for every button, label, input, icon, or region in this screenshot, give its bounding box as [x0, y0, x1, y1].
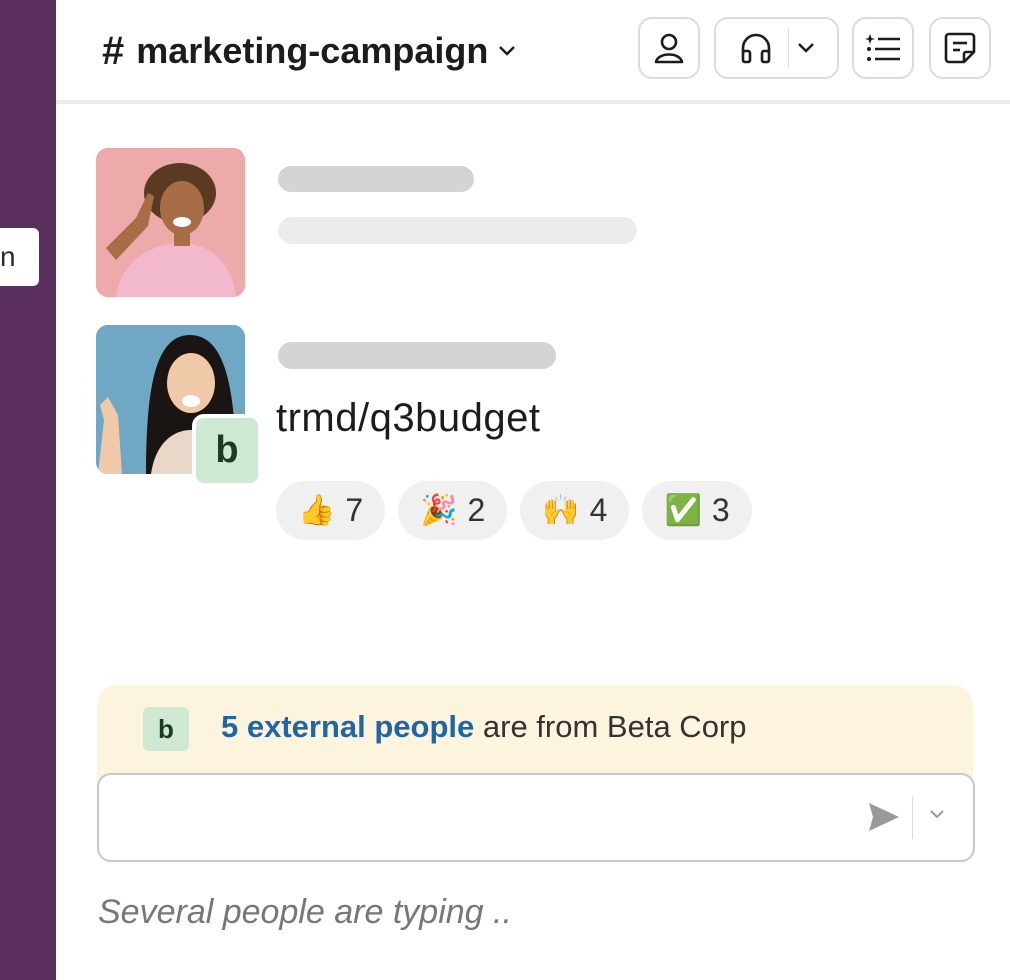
- reactions-bar: 👍 7 🎉 2 🙌 4 ✅ 3: [276, 481, 752, 540]
- text-skeleton: [278, 217, 637, 244]
- chevron-down-icon[interactable]: [797, 42, 815, 54]
- external-people-link[interactable]: 5 external people: [221, 709, 474, 744]
- reaction-raised-hands[interactable]: 🙌 4: [520, 481, 630, 540]
- channel-title[interactable]: # marketing-campaign: [102, 26, 516, 76]
- members-button[interactable]: [638, 17, 700, 79]
- hash-icon: #: [102, 28, 125, 73]
- banner-suffix: are from Beta Corp: [474, 709, 747, 744]
- message-composer[interactable]: [97, 773, 975, 862]
- banner-text: 5 external people are from Beta Corp: [221, 709, 747, 745]
- user-photo: [96, 148, 245, 297]
- reaction-thumbs-up[interactable]: 👍 7: [276, 481, 386, 540]
- huddle-divider: [788, 28, 789, 68]
- external-org-badge: b: [143, 707, 189, 751]
- canvas-list-button[interactable]: [852, 17, 914, 79]
- list-icon: [865, 34, 900, 61]
- avatar[interactable]: [96, 148, 245, 297]
- raised-hands-icon: 🙌: [542, 493, 580, 527]
- notes-icon: [944, 32, 976, 64]
- external-org-badge: b: [192, 414, 262, 487]
- typing-indicator: Several people are typing ..: [98, 893, 512, 931]
- huddle-button[interactable]: [714, 17, 839, 79]
- sidebar-tab-label: n: [0, 241, 16, 272]
- thumbs-up-icon: 👍: [298, 493, 336, 527]
- channel-view: # marketing-campaign b trmd/q3budget 👍 7…: [56, 0, 1010, 980]
- headphones-icon: [741, 33, 771, 64]
- person-icon: [654, 33, 684, 64]
- sidebar-tab[interactable]: n: [0, 228, 39, 286]
- reaction-count: 4: [589, 492, 608, 528]
- external-people-banner: b 5 external people are from Beta Corp: [97, 685, 973, 785]
- reaction-count: 7: [345, 492, 364, 528]
- reaction-check[interactable]: ✅ 3: [642, 481, 752, 540]
- chevron-down-icon[interactable]: [929, 809, 945, 819]
- reaction-count: 3: [711, 492, 730, 528]
- channel-name: marketing-campaign: [136, 30, 489, 71]
- check-mark-icon: ✅: [664, 493, 702, 527]
- notes-button[interactable]: [929, 17, 991, 79]
- send-icon[interactable]: [867, 801, 901, 833]
- reaction-party[interactable]: 🎉 2: [398, 481, 508, 540]
- channel-header: # marketing-campaign: [56, 0, 1010, 104]
- reaction-count: 2: [467, 492, 486, 528]
- name-skeleton: [278, 166, 474, 192]
- party-popper-icon: 🎉: [420, 493, 458, 527]
- name-skeleton: [278, 342, 556, 369]
- workspace-sidebar: n: [0, 0, 56, 980]
- chevron-down-icon: [499, 46, 516, 56]
- message-text: trmd/q3budget: [276, 396, 541, 440]
- send-divider: [912, 797, 913, 839]
